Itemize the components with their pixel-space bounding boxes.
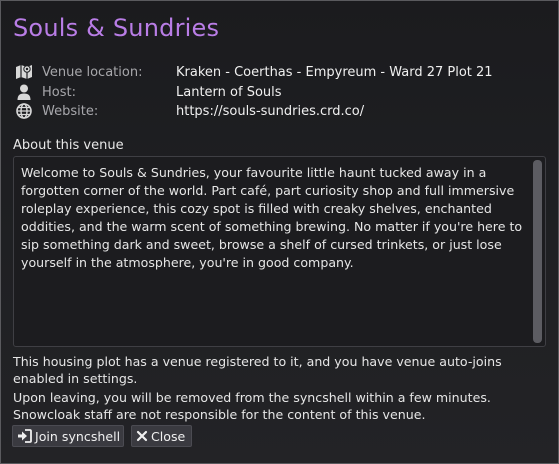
user-icon bbox=[15, 83, 33, 101]
leaving-notice: Upon leaving, you will be removed from t… bbox=[13, 390, 491, 422]
globe-icon bbox=[15, 102, 33, 120]
venue-window: Souls & Sundries Venue location: Kraken … bbox=[0, 0, 559, 464]
about-label: About this venue bbox=[13, 138, 124, 153]
close-icon bbox=[136, 428, 148, 444]
venue-location-value: Kraken - Coerthas - Empyreum - Ward 27 P… bbox=[176, 64, 493, 80]
autojoin-notice: This housing plot has a venue registered… bbox=[13, 354, 502, 386]
venue-location-label: Venue location: bbox=[42, 64, 143, 80]
website-label: Website: bbox=[42, 103, 99, 119]
join-syncshell-button[interactable]: Join syncshell bbox=[12, 425, 124, 447]
host-label: Host: bbox=[42, 84, 76, 100]
description-text: Welcome to Souls & Sundries, your favour… bbox=[21, 165, 523, 270]
venue-title: Souls & Sundries bbox=[13, 14, 220, 42]
close-button[interactable]: Close bbox=[131, 425, 192, 447]
description-textarea[interactable]: Welcome to Souls & Sundries, your favour… bbox=[13, 156, 546, 347]
host-row: Host: Lantern of Souls bbox=[15, 83, 282, 101]
sign-in-icon bbox=[17, 428, 32, 444]
map-icon bbox=[15, 63, 33, 81]
website-row: Website: https://souls-sundries.crd.co/ bbox=[15, 102, 364, 120]
close-label: Close bbox=[151, 428, 186, 444]
scrollbar-thumb[interactable] bbox=[533, 160, 542, 343]
website-link[interactable]: https://souls-sundries.crd.co/ bbox=[176, 104, 364, 119]
venue-location-row: Venue location: Kraken - Coerthas - Empy… bbox=[15, 63, 493, 81]
host-value: Lantern of Souls bbox=[176, 84, 282, 100]
join-syncshell-label: Join syncshell bbox=[35, 428, 121, 444]
